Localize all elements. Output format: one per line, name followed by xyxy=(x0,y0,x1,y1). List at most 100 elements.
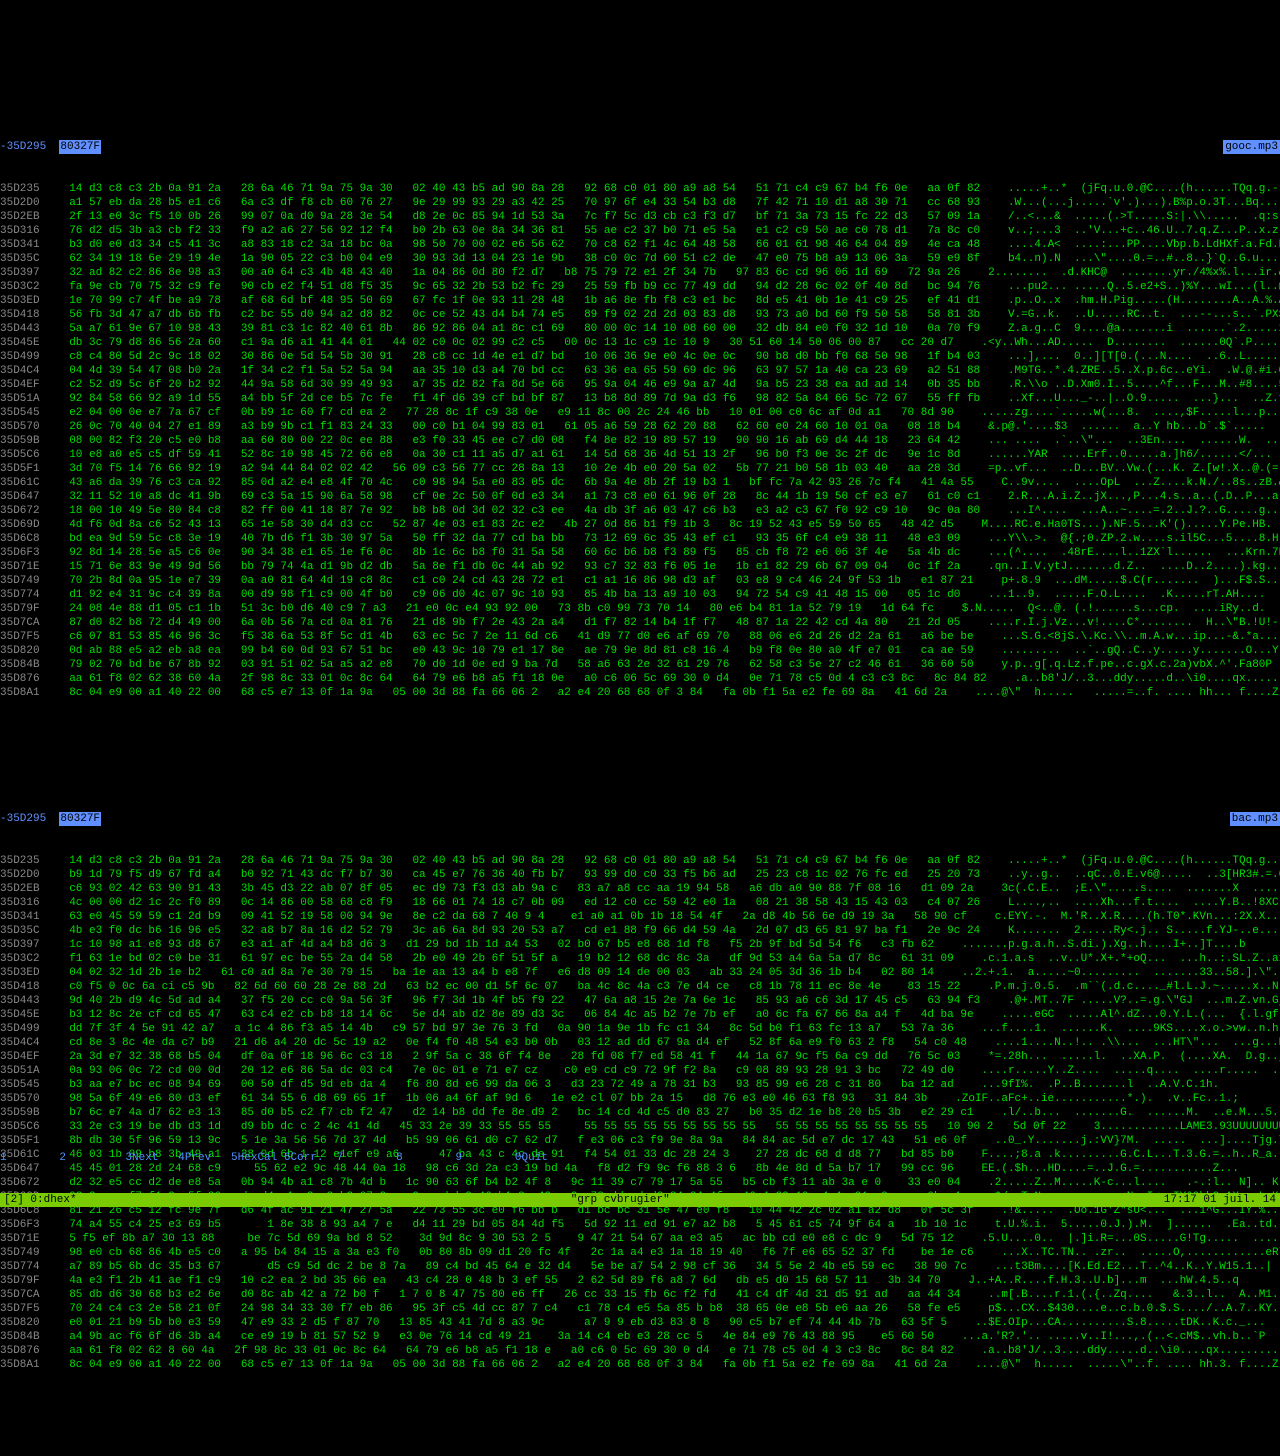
hex-bytes[interactable]: fa 9e cb 70 75 32 c9 fe 90 cb e2 f4 51 d… xyxy=(56,280,980,294)
hex-bytes[interactable]: 8c 04 e9 00 a1 40 22 00 68 c5 e7 13 0f 1… xyxy=(56,1358,947,1372)
hex-row[interactable]: 35D545 b3 aa e7 bc ec 08 94 69 00 50 df … xyxy=(0,1078,1280,1092)
hex-row[interactable]: 35D820 0d ab 88 e5 a2 eb a8 ea 99 b4 60 … xyxy=(0,644,1280,658)
hex-bytes[interactable]: c0 f5 0 0c 6a ci c5 9b 82 6d 60 60 28 2e… xyxy=(56,980,960,994)
hex-bytes[interactable]: 85 db d6 30 68 b3 e2 6e d0 8c ab 42 a 72… xyxy=(56,1288,960,1302)
hex-bytes[interactable]: 76 d2 d5 3b a3 cb f2 33 f9 a2 a6 27 56 9… xyxy=(56,224,980,238)
hex-row[interactable]: 35D774 a7 89 b5 6b dc 35 b3 67 d5 c9 5d … xyxy=(0,1260,1280,1274)
hex-row[interactable]: 35D3C2 f1 63 1e bd 02 c0 be 31 61 97 ec … xyxy=(0,952,1280,966)
hex-row[interactable]: 35D4EF c2 52 d9 5c 6f 20 b2 92 44 9a 58 … xyxy=(0,378,1280,392)
hex-row[interactable]: 35D8A1 8c 04 e9 00 a1 40 22 00 68 c5 e7 … xyxy=(0,686,1280,700)
hex-bytes[interactable]: 79 02 70 bd be 67 8b 92 03 91 51 02 5a a… xyxy=(56,658,974,672)
hex-row[interactable]: 35D8A1 8c 04 e9 00 a1 40 22 00 68 c5 e7 … xyxy=(0,1358,1280,1372)
hex-bytes[interactable]: 0a 93 06 0c 72 cd 00 0d 20 12 e6 86 5a d… xyxy=(56,1064,954,1078)
hex-row[interactable]: 35D876 aa 61 f8 02 62 8 60 4a 2f 98 8c 3… xyxy=(0,1344,1280,1358)
hex-bytes[interactable]: a4 9b ac f6 6f d6 3b a4 ce e9 19 b 81 57… xyxy=(56,1330,934,1344)
hex-row[interactable]: 35D499 c8 c4 80 5d 2c 9c 18 02 30 86 0e … xyxy=(0,350,1280,364)
hex-bytes[interactable]: b7 6c e7 4a d7 62 e3 13 85 d0 b5 c2 f7 c… xyxy=(56,1106,974,1120)
hex-bytes[interactable]: d2 32 e5 cc d2 de e8 5a 0b 94 4b a1 c8 7… xyxy=(56,1176,960,1190)
hex-row[interactable]: 35D4EF 2a 3d e7 32 38 68 b5 04 df 0a 0f … xyxy=(0,1050,1280,1064)
hex-row[interactable]: 35D749 98 e0 cb 68 86 4b e5 c0 a 95 b4 8… xyxy=(0,1246,1280,1260)
hex-row[interactable]: 35D2EB c6 93 02 42 63 90 91 43 3b 45 d3 … xyxy=(0,882,1280,896)
hex-row[interactable]: 35D3C2 fa 9e cb 70 75 32 c9 fe 90 cb e2 … xyxy=(0,280,1280,294)
hex-bytes[interactable]: 1e 70 99 c7 4f be a9 78 af 68 6d bf 48 9… xyxy=(56,294,980,308)
hex-row[interactable]: 35D774 d1 92 e4 31 9c c4 39 8a 00 d9 98 … xyxy=(0,588,1280,602)
hex-bytes[interactable]: 98 5a 6f 49 e6 80 d3 ef 61 34 55 6 d8 69… xyxy=(56,1092,927,1106)
hex-row[interactable]: 35D749 70 2b 8d 0a 95 1e e7 39 0a a0 81 … xyxy=(0,574,1280,588)
hex-bytes[interactable]: 62 34 19 18 6e 29 19 4e 1a 90 05 22 c3 b… xyxy=(56,252,980,266)
hex-bytes[interactable]: 5 f5 ef 8b a7 30 13 88 be 7c 5d 69 9a bd… xyxy=(56,1232,954,1246)
hex-row[interactable]: 35D2D0 b9 1d 79 f5 d9 67 fd a4 b0 92 71 … xyxy=(0,868,1280,882)
hex-row[interactable]: 35D45E db 3c 79 d8 86 56 2a 60 c1 9a d6 … xyxy=(0,336,1280,350)
hex-bytes[interactable]: 24 08 4e 88 d1 05 c1 1b 51 3c b0 d6 40 c… xyxy=(56,602,934,616)
hex-bytes[interactable]: c8 c4 80 5d 2c 9c 18 02 30 86 0e 5d 54 5… xyxy=(56,350,980,364)
hex-bytes[interactable]: 74 a4 55 c4 25 e3 69 b5 1 8e 38 8 93 a4 … xyxy=(56,1218,967,1232)
hex-bytes[interactable]: a1 57 eb da 28 b5 e1 c6 6a c3 df f8 cb 6… xyxy=(56,196,980,210)
hex-bytes[interactable]: 4b e3 f0 dc b6 16 96 e5 32 a8 b7 8a 16 d… xyxy=(56,924,980,938)
hex-bytes[interactable]: a7 89 b5 6b dc 35 b3 67 d5 c9 5d dc 2 be… xyxy=(56,1260,967,1274)
hex-bytes[interactable]: 08 00 82 f3 20 c5 e0 b8 aa 60 80 00 22 0… xyxy=(56,434,960,448)
hex-row[interactable]: 35D4C4 04 4d 39 54 47 08 b0 2a 1f 34 c2 … xyxy=(0,364,1280,378)
hex-bytes[interactable]: aa 61 f8 02 62 38 60 4a 2f 98 8c 33 01 0… xyxy=(56,672,987,686)
hex-row[interactable]: 35D672 d2 32 e5 cc d2 de e8 5a 0b 94 4b … xyxy=(0,1176,1280,1190)
hex-row[interactable]: 35D235 14 d3 c8 c3 2b 0a 91 2a 28 6a 46 … xyxy=(0,854,1280,868)
hex-row[interactable]: 35D5F1 3d 70 f5 14 76 66 92 19 a2 94 44 … xyxy=(0,462,1280,476)
hex-bytes[interactable]: 4d f6 0d 8a c6 52 43 13 65 1e 58 30 d4 d… xyxy=(56,518,954,532)
hex-bytes[interactable]: 9d 40 2b d9 4c 5d ad a4 37 f5 20 cc c0 9… xyxy=(56,994,980,1008)
hex-bytes[interactable]: 14 d3 c8 c3 2b 0a 91 2a 28 6a 46 71 9a 7… xyxy=(56,854,980,868)
hex-row[interactable]: 35D71E 5 f5 ef 8b a7 30 13 88 be 7c 5d 6… xyxy=(0,1232,1280,1246)
hex-row[interactable]: 35D2EB 2f 13 e0 3c f5 10 0b 26 99 07 0a … xyxy=(0,210,1280,224)
hex-row[interactable]: 35D35C 4b e3 f0 dc b6 16 96 e5 32 a8 b7 … xyxy=(0,924,1280,938)
hex-row[interactable]: 35D79F 4a e3 f1 2b 41 ae f1 c9 10 c2 ea … xyxy=(0,1274,1280,1288)
hex-bytes[interactable]: dd 7f 3f 4 5e 91 42 a7 a 1c 4 86 f3 a5 1… xyxy=(56,1022,954,1036)
hex-row[interactable]: 35D3ED 04 02 32 1d 2b 1e b2 61 c0 ad 8a … xyxy=(0,966,1280,980)
hex-bytes[interactable]: 87 d0 82 b8 72 d4 49 00 6a 0b 56 7a cd 0… xyxy=(56,616,960,630)
hex-row[interactable]: 35D418 c0 f5 0 0c 6a ci c5 9b 82 6d 60 6… xyxy=(0,980,1280,994)
hex-row[interactable]: 35D2D0 a1 57 eb da 28 b5 e1 c6 6a c3 df … xyxy=(0,196,1280,210)
hex-row[interactable]: 35D7CA 85 db d6 30 68 b3 e2 6e d0 8c ab … xyxy=(0,1288,1280,1302)
hex-bytes[interactable]: 5a a7 61 9e 67 10 98 43 39 81 c3 1c 82 4… xyxy=(56,322,980,336)
hex-bytes[interactable]: b3 d0 e0 d3 34 c5 41 3c a8 83 18 c2 3a 1… xyxy=(56,238,980,252)
hex-row[interactable]: 35D51A 92 84 58 66 92 a9 1d 55 a4 bb 5f … xyxy=(0,392,1280,406)
hex-row[interactable]: 35D397 32 ad 82 c2 86 8e 98 a3 00 a0 64 … xyxy=(0,266,1280,280)
hex-row[interactable]: 35D69D 4d f6 0d 8a c6 52 43 13 65 1e 58 … xyxy=(0,518,1280,532)
hex-row[interactable]: 35D84B 79 02 70 bd be 67 8b 92 03 91 51 … xyxy=(0,658,1280,672)
hex-bytes[interactable]: 32 11 52 10 a8 dc 41 9b 69 c3 5a 15 90 6… xyxy=(56,490,980,504)
hex-row[interactable]: 35D499 dd 7f 3f 4 5e 91 42 a7 a 1c 4 86 … xyxy=(0,1022,1280,1036)
hex-row[interactable]: 35D443 9d 40 2b d9 4c 5d ad a4 37 f5 20 … xyxy=(0,994,1280,1008)
hex-bytes[interactable]: c2 52 d9 5c 6f 20 b2 92 44 9a 58 6d 30 9… xyxy=(56,378,980,392)
hex-row[interactable]: 35D35C 62 34 19 18 6e 29 19 4e 1a 90 05 … xyxy=(0,252,1280,266)
hex-row[interactable]: 35D61C 43 a6 da 39 76 c3 ca 92 85 0d a2 … xyxy=(0,476,1280,490)
hex-bytes[interactable]: f1 63 1e bd 02 c0 be 31 61 97 ec be 55 2… xyxy=(56,952,954,966)
hex-row[interactable]: 35D6F3 92 8d 14 28 5e a5 c6 0e 90 34 38 … xyxy=(0,546,1280,560)
hex-bytes[interactable]: db 3c 79 d8 86 56 2a 60 c1 9a d6 a1 41 4… xyxy=(56,336,954,350)
hex-row[interactable]: 35D820 e0 01 21 b9 5b b0 e3 59 47 e9 33 … xyxy=(0,1316,1280,1330)
function-key-menu[interactable]: 1 2 3Next 4Prev 5HexCal 6Corr. 7 8 9 0Qu… xyxy=(0,1151,1280,1165)
hex-row[interactable]: 35D45E b3 12 8c 2e cf cd 65 47 63 c4 e2 … xyxy=(0,1008,1280,1022)
hex-bytes[interactable]: 1c 10 98 a1 e8 93 d8 67 e3 a1 af 4d a4 b… xyxy=(56,938,934,952)
hex-row[interactable]: 35D341 b3 d0 e0 d3 34 c5 41 3c a8 83 18 … xyxy=(0,238,1280,252)
hex-row[interactable]: 35D5C6 10 e8 a0 e5 c5 df 59 41 52 8c 10 … xyxy=(0,448,1280,462)
hex-bytes[interactable]: 56 fb 3d 47 a7 db 6b fb c2 bc 55 d0 94 a… xyxy=(56,308,980,322)
hex-row[interactable]: 35D6F3 74 a4 55 c4 25 e3 69 b5 1 8e 38 8… xyxy=(0,1218,1280,1232)
hex-row[interactable]: 35D235 14 d3 c8 c3 2b 0a 91 2a 28 6a 46 … xyxy=(0,182,1280,196)
hex-bytes[interactable]: 3d 70 f5 14 76 66 92 19 a2 94 44 84 02 0… xyxy=(56,462,960,476)
hex-row[interactable]: 35D545 e2 04 00 0e e7 7a 67 cf 0b b9 1c … xyxy=(0,406,1280,420)
hex-bytes[interactable]: bd ea 9d 59 5c c8 3e 19 40 7b d6 f1 3b 3… xyxy=(56,532,960,546)
hex-bytes[interactable]: 10 e8 a0 e5 c5 df 59 41 52 8c 10 98 45 7… xyxy=(56,448,960,462)
hex-bytes[interactable]: 70 2b 8d 0a 95 1e e7 39 0a a0 81 64 4d 1… xyxy=(56,574,974,588)
hex-bytes[interactable]: 8c 04 e9 00 a1 40 22 00 68 c5 e7 13 0f 1… xyxy=(56,686,947,700)
hex-bytes[interactable]: 04 02 32 1d 2b 1e b2 61 c0 ad 8a 7e 30 7… xyxy=(56,966,934,980)
hex-bytes[interactable]: c6 07 81 53 85 46 96 3c f5 38 6a 53 8f 5… xyxy=(56,630,974,644)
hex-row[interactable]: 35D341 63 e0 45 59 59 c1 2d b9 09 41 52 … xyxy=(0,910,1280,924)
hex-row[interactable]: 35D570 26 0c 70 40 04 27 e1 89 a3 b9 9b … xyxy=(0,420,1280,434)
hex-bytes[interactable]: 14 d3 c8 c3 2b 0a 91 2a 28 6a 46 71 9a 7… xyxy=(56,182,980,196)
hex-bytes[interactable]: aa 61 f8 02 62 8 60 4a 2f 98 8c 33 01 0c… xyxy=(56,1344,954,1358)
hex-bytes[interactable]: b3 12 8c 2e cf cd 65 47 63 c4 e2 cb b8 1… xyxy=(56,1008,974,1022)
hex-bytes[interactable]: 26 0c 70 40 04 27 e1 89 a3 b9 9b c1 f1 8… xyxy=(56,420,960,434)
hex-row[interactable]: 35D876 aa 61 f8 02 62 38 60 4a 2f 98 8c … xyxy=(0,672,1280,686)
hex-row[interactable]: 35D3ED 1e 70 99 c7 4f be a9 78 af 68 6d … xyxy=(0,294,1280,308)
hex-bytes[interactable]: 0d ab 88 e5 a2 eb a8 ea 99 b4 60 0d 93 6… xyxy=(56,644,974,658)
hex-bytes[interactable]: 04 4d 39 54 47 08 b0 2a 1f 34 c2 f1 5a 5… xyxy=(56,364,980,378)
hex-row[interactable]: 35D59B b7 6c e7 4a d7 62 e3 13 85 d0 b5 … xyxy=(0,1106,1280,1120)
hex-bytes[interactable]: 2a 3d e7 32 38 68 b5 04 df 0a 0f 18 96 6… xyxy=(56,1050,960,1064)
